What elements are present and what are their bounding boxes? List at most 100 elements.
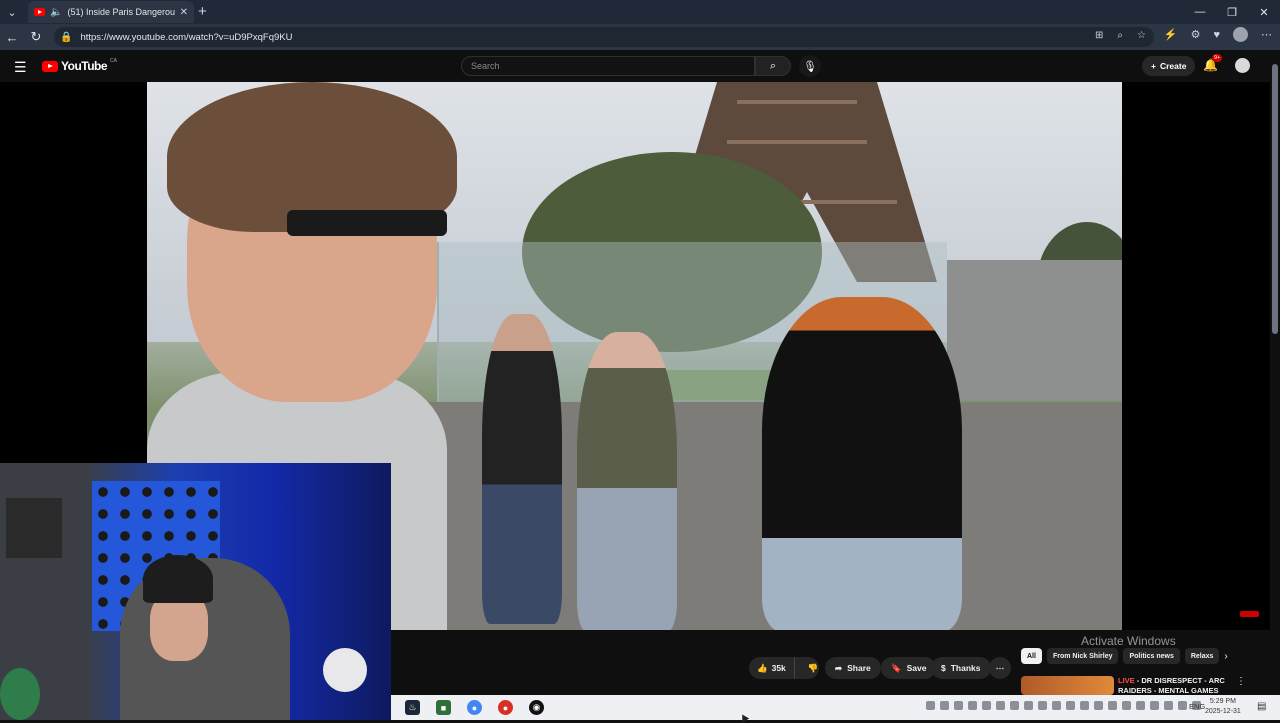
account-avatar[interactable] [1235, 58, 1250, 73]
refresh-icon[interactable]: ↻ [24, 25, 48, 49]
tray-app-icon[interactable] [1108, 701, 1117, 710]
chip-all[interactable]: All [1021, 648, 1042, 664]
tray-app-icon[interactable] [1052, 701, 1061, 710]
language-indicator[interactable]: ENG [1189, 702, 1205, 711]
back-icon[interactable]: ← [0, 25, 24, 49]
url-text[interactable]: https://www.youtube.com/watch?v=uD9PxqFq… [80, 32, 292, 43]
webcam-plant [0, 668, 40, 720]
page-scrollbar[interactable] [1270, 50, 1280, 695]
thanks-button[interactable]: $ Thanks [931, 657, 991, 679]
webcam-ball [323, 648, 367, 692]
restore-icon[interactable]: ❐ [1216, 0, 1248, 24]
recommendation-thumbnail[interactable] [1021, 676, 1114, 695]
chip-relaxs[interactable]: Relaxs [1184, 648, 1220, 664]
site-info-icon[interactable]: 🔒 [60, 32, 72, 43]
search-icon: ⌕ [769, 59, 777, 72]
video-walker-man [482, 314, 562, 624]
more-actions-button[interactable]: ⋯ [989, 657, 1011, 679]
windows-taskbar: ♨ ■ ● ● ◉ ENG 5:29 PM 2025-12-31 ▤ [391, 695, 1280, 720]
youtube-wordmark: YouTube [61, 59, 108, 73]
tray-app-icon[interactable] [1122, 701, 1131, 710]
system-tray [926, 701, 1201, 710]
create-label: Create [1159, 61, 1187, 71]
clock-time: 5:29 PM [1209, 698, 1236, 705]
clock-date: 2025-12-31 [1205, 708, 1241, 715]
chevron-right-icon[interactable]: › [1224, 651, 1227, 662]
video-walker-woman [577, 332, 677, 630]
video-red-marker [1240, 611, 1259, 617]
address-bar[interactable]: 🔒 https://www.youtube.com/watch?v=uD9Pxq… [54, 27, 1154, 47]
video-wall [947, 260, 1122, 400]
tray-app-icon[interactable] [1024, 701, 1033, 710]
save-label: Save [906, 663, 927, 673]
browser-essentials-icon[interactable]: ♥ [1213, 29, 1220, 41]
create-button[interactable]: + Create [1142, 56, 1196, 76]
new-tab-icon[interactable]: + [198, 3, 207, 20]
extensions-bar: ⚡ ⚙ ♥ ⋯ [1164, 27, 1272, 42]
country-code: CA [110, 58, 117, 64]
close-tab-icon[interactable]: ✕ [180, 7, 188, 18]
tray-app-icon[interactable] [1150, 701, 1159, 710]
app-available-icon[interactable]: ⊞ [1095, 30, 1103, 41]
tray-app-icon[interactable] [1136, 701, 1145, 710]
browser-menu-icon[interactable]: ⋯ [1261, 28, 1272, 41]
save-button[interactable]: 🔖 Save [881, 657, 937, 679]
extensions-puzzle-icon[interactable]: ⚙ [1191, 28, 1201, 41]
tray-app-icon[interactable] [1010, 701, 1019, 710]
chip-politics-news[interactable]: Politics news [1123, 648, 1180, 664]
minecraft-icon[interactable]: ■ [436, 700, 451, 715]
tray-app-icon[interactable] [954, 701, 963, 710]
scrollbar-thumb[interactable] [1272, 64, 1278, 334]
recommendation-title[interactable]: LIVE - DR DISRESPECT - ARC RAIDERS - MEN… [1118, 676, 1233, 696]
tray-app-icon[interactable] [1066, 701, 1075, 710]
search-button[interactable]: ⌕ [755, 56, 791, 76]
red-app-icon[interactable]: ● [498, 700, 513, 715]
search-box [461, 56, 755, 76]
microphone-icon: 🎙 [803, 60, 817, 73]
chrome-icon[interactable]: ● [467, 700, 482, 715]
zoom-icon[interactable]: ⌕ [1117, 30, 1123, 41]
youtube-logo[interactable]: YouTube CA [42, 58, 117, 73]
share-button[interactable]: ➦ Share [825, 657, 881, 679]
voice-search-button[interactable]: 🎙 [799, 55, 821, 77]
recommendation-menu-icon[interactable]: ⋮ [1236, 676, 1246, 687]
super-thanks-icon: $ [941, 663, 946, 673]
tray-app-icon[interactable] [996, 701, 1005, 710]
youtube-play-icon [42, 60, 58, 72]
notification-center-icon[interactable]: ▤ [1257, 701, 1266, 712]
profile-avatar[interactable] [1233, 27, 1248, 42]
obs-icon[interactable]: ◉ [529, 700, 544, 715]
webcam-poster [6, 498, 62, 558]
tray-app-icon[interactable] [1094, 701, 1103, 710]
guide-menu-icon[interactable]: ☰ [14, 59, 27, 76]
recommendation-chips: All From Nick Shirley Politics news Rela… [1021, 648, 1228, 664]
like-button[interactable]: 👍 35k [749, 657, 795, 679]
close-window-icon[interactable]: ✕ [1248, 0, 1280, 24]
favorite-star-icon[interactable]: ☆ [1137, 30, 1146, 41]
tray-app-icon[interactable] [940, 701, 949, 710]
browser-tab-active[interactable]: 🔈 (51) Inside Paris Dangerous ✕ [28, 1, 194, 23]
network-icon[interactable] [1178, 701, 1187, 710]
tray-app-icon[interactable] [1164, 701, 1173, 710]
tray-app-icon[interactable] [1080, 701, 1089, 710]
tray-app-icon[interactable] [968, 701, 977, 710]
youtube-favicon-icon [34, 8, 45, 16]
tray-app-icon[interactable] [926, 701, 935, 710]
minimize-icon[interactable]: — [1184, 0, 1216, 24]
thumbs-up-icon: 👍 [757, 662, 768, 673]
taskbar-clock[interactable]: 5:29 PM 2025-12-31 [1205, 697, 1241, 717]
tray-app-icon[interactable] [1038, 701, 1047, 710]
extension-icon[interactable]: ⚡ [1164, 28, 1178, 41]
browser-tab-strip: ⌄ 🔈 (51) Inside Paris Dangerous ✕ + — ❐ … [0, 0, 1280, 24]
search-input[interactable] [471, 61, 754, 71]
live-badge: LIVE [1118, 676, 1135, 685]
tray-app-icon[interactable] [982, 701, 991, 710]
speaker-icon[interactable]: 🔈 [50, 7, 62, 18]
dislike-button[interactable]: 👎 [800, 663, 827, 674]
window-controls: — ❐ ✕ [1184, 0, 1280, 24]
thanks-label: Thanks [950, 663, 981, 673]
steam-icon[interactable]: ♨ [405, 700, 420, 715]
tab-actions-icon[interactable]: ⌄ [0, 0, 24, 24]
chip-from-channel[interactable]: From Nick Shirley [1046, 648, 1119, 664]
tab-title: (51) Inside Paris Dangerous [67, 7, 175, 17]
